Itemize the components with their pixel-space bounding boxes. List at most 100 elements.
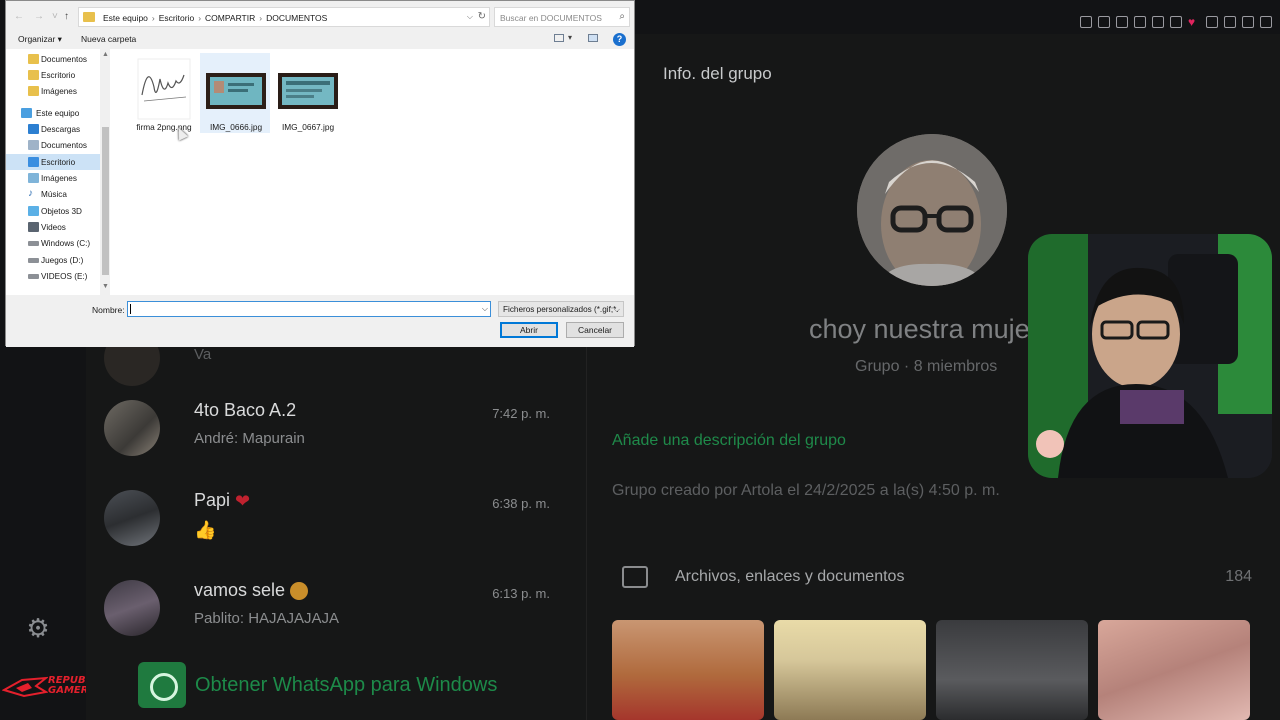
refresh-icon[interactable]: ↻	[478, 11, 486, 22]
get-whatsapp-banner[interactable]: Obtener WhatsApp para Windows	[138, 660, 578, 710]
grin-emoji-icon	[290, 582, 309, 601]
chat-avatar	[104, 490, 160, 546]
chevron-down-icon[interactable]: ⌵	[482, 304, 488, 314]
chat-time: 6:38 p. m.	[492, 496, 550, 511]
group-name: choy nuestra muje	[809, 314, 1030, 344]
chat-message: Pablito: HAJAJAJAJA	[194, 610, 340, 627]
pictures-icon	[28, 173, 39, 183]
nav-item-label: Documentos	[41, 55, 87, 64]
lock-icon[interactable]	[1224, 16, 1236, 28]
chevron-down-icon[interactable]: ⌵	[467, 12, 473, 22]
view-chevron-icon[interactable]: ▾	[568, 33, 572, 42]
chat-item[interactable]: vamos sele 6:13 p. m. Pablito: HAJAJAJAJ…	[102, 570, 562, 650]
scroll-thumb[interactable]	[102, 127, 109, 275]
nav-item-windows-c[interactable]: Windows (C:)	[6, 235, 100, 251]
preview-pane-icon[interactable]	[588, 34, 598, 42]
new-folder-button[interactable]: Nueva carpeta	[81, 34, 136, 44]
nav-item-videos-e[interactable]: VIDEOS (E:)	[6, 268, 100, 284]
heart-icon[interactable]: ♥	[1188, 16, 1200, 28]
music-icon: ♪	[28, 188, 33, 199]
group-avatar[interactable]	[857, 134, 1007, 286]
nav-item-juegos-d[interactable]: Juegos (D:)	[6, 252, 100, 268]
chat-item[interactable]: 4to Baco A.2 7:42 p. m. André: Mapurain	[102, 390, 562, 470]
up-arrow-icon[interactable]: ↑	[64, 11, 69, 22]
nav-item-label: Imágenes	[41, 174, 77, 183]
chat-name: Papi ❤	[194, 490, 250, 512]
get-whatsapp-text: Obtener WhatsApp para Windows	[195, 674, 498, 696]
documents-icon	[28, 140, 39, 150]
file-item[interactable]: firma 2png.png	[128, 53, 198, 133]
group-photo	[857, 134, 1007, 286]
nav-item-descargas[interactable]: Descargas	[6, 121, 100, 137]
zoom-icon[interactable]	[1080, 16, 1092, 28]
nav-item-label: Objetos 3D	[41, 207, 82, 216]
left-rail	[0, 346, 80, 720]
file-name: IMG_0666.jpg	[209, 122, 263, 132]
group-created-text: Grupo creado por Artola el 24/2/2025 a l…	[612, 482, 1000, 499]
videos-icon	[28, 222, 39, 232]
settings-gear-icon[interactable]: ⚙	[24, 614, 52, 642]
breadcrumb-item[interactable]: DOCUMENTOS	[266, 13, 327, 23]
media-gallery-icon	[622, 566, 648, 588]
media-thumbnail[interactable]	[774, 620, 926, 720]
tag-icon[interactable]	[1152, 16, 1164, 28]
nav-item-imagenes-2[interactable]: Imágenes	[6, 170, 100, 186]
menu-icon[interactable]	[1260, 16, 1272, 28]
nav-scrollbar[interactable]: ▲ ▼	[100, 49, 110, 295]
nav-item-documentos-2[interactable]: Documentos	[6, 137, 100, 153]
cancel-button[interactable]: Cancelar	[566, 322, 624, 338]
scroll-down-icon[interactable]: ▼	[102, 283, 109, 290]
file-type-select[interactable]: Ficheros personalizados (*.gif;*. ⌵	[498, 301, 624, 317]
chat-item[interactable]: Papi ❤ 6:38 p. m. 👍	[102, 480, 562, 560]
view-controls: ▾ ?	[546, 33, 626, 47]
navigation-pane: Documentos Escritorio Imágenes Este equi…	[6, 49, 110, 295]
nav-item-este-equipo[interactable]: Este equipo	[6, 105, 100, 121]
file-type-value: Ficheros personalizados (*.gif;*.	[503, 305, 619, 314]
folder-icon	[28, 86, 39, 96]
breadcrumb-item[interactable]: Este equipo	[103, 13, 148, 23]
add-description-link[interactable]: Añade una descripción del grupo	[612, 432, 846, 450]
search-icon: ⌕	[619, 11, 625, 22]
filename-input[interactable]: ⌵	[127, 301, 491, 317]
breadcrumb-item[interactable]: Escritorio	[159, 13, 194, 23]
streamer-camera	[1028, 234, 1272, 478]
forward-arrow-icon[interactable]: →	[34, 11, 44, 22]
nav-item-escritorio[interactable]: Escritorio	[6, 67, 100, 83]
address-bar[interactable]: Este equipo › Escritorio › COMPARTIR › DOCUMEN…	[78, 7, 490, 27]
crop-icon[interactable]	[1116, 16, 1128, 28]
file-item[interactable]: IMG_0666.jpg	[200, 53, 270, 133]
nav-item-videos[interactable]: Videos	[6, 219, 100, 235]
search-input[interactable]: Buscar en DOCUMENTOS ⌕	[494, 7, 630, 27]
nav-item-escritorio-2[interactable]: Escritorio	[6, 154, 100, 170]
recent-chevron-icon[interactable]: ˅	[52, 11, 58, 22]
thumbs-up-icon: 👍	[194, 520, 217, 540]
folder-icon	[28, 54, 39, 64]
nav-item-musica[interactable]: ♪ Música	[6, 186, 100, 202]
nav-item-label: Descargas	[41, 125, 81, 134]
back-arrow-icon[interactable]: ←	[14, 11, 24, 22]
nav-item-label: Este equipo	[36, 109, 80, 118]
media-thumbnail[interactable]	[936, 620, 1088, 720]
chat-name: 4to Baco A.2	[194, 400, 297, 420]
scroll-up-icon[interactable]: ▲	[102, 51, 109, 58]
files-links-docs-row[interactable]: Archivos, enlaces y documentos 184	[612, 564, 1264, 594]
breadcrumb-item[interactable]: COMPARTIR	[205, 13, 255, 23]
bookmark-icon[interactable]	[1098, 16, 1110, 28]
shield-icon[interactable]	[1134, 16, 1146, 28]
media-thumbnail[interactable]	[1098, 620, 1250, 720]
nav-item-imagenes[interactable]: Imágenes	[6, 83, 100, 99]
file-item[interactable]: IMG_0667.jpg	[272, 53, 342, 133]
extension-icon[interactable]	[1206, 16, 1218, 28]
nav-item-label: VIDEOS (E:)	[41, 272, 88, 281]
organize-button[interactable]: Organizar ▾	[18, 34, 62, 45]
view-mode-icon[interactable]	[554, 34, 564, 42]
nav-item-objetos-3d[interactable]: Objetos 3D	[6, 203, 100, 219]
help-icon[interactable]: ?	[613, 33, 626, 46]
nav-item-documentos[interactable]: Documentos	[6, 51, 100, 67]
open-button[interactable]: Abrir	[500, 322, 558, 338]
download-icon[interactable]	[1242, 16, 1254, 28]
red-heart-icon: ❤	[235, 490, 251, 511]
media-thumbnail[interactable]	[612, 620, 764, 720]
play-icon[interactable]	[1170, 16, 1182, 28]
computer-icon	[21, 108, 32, 118]
